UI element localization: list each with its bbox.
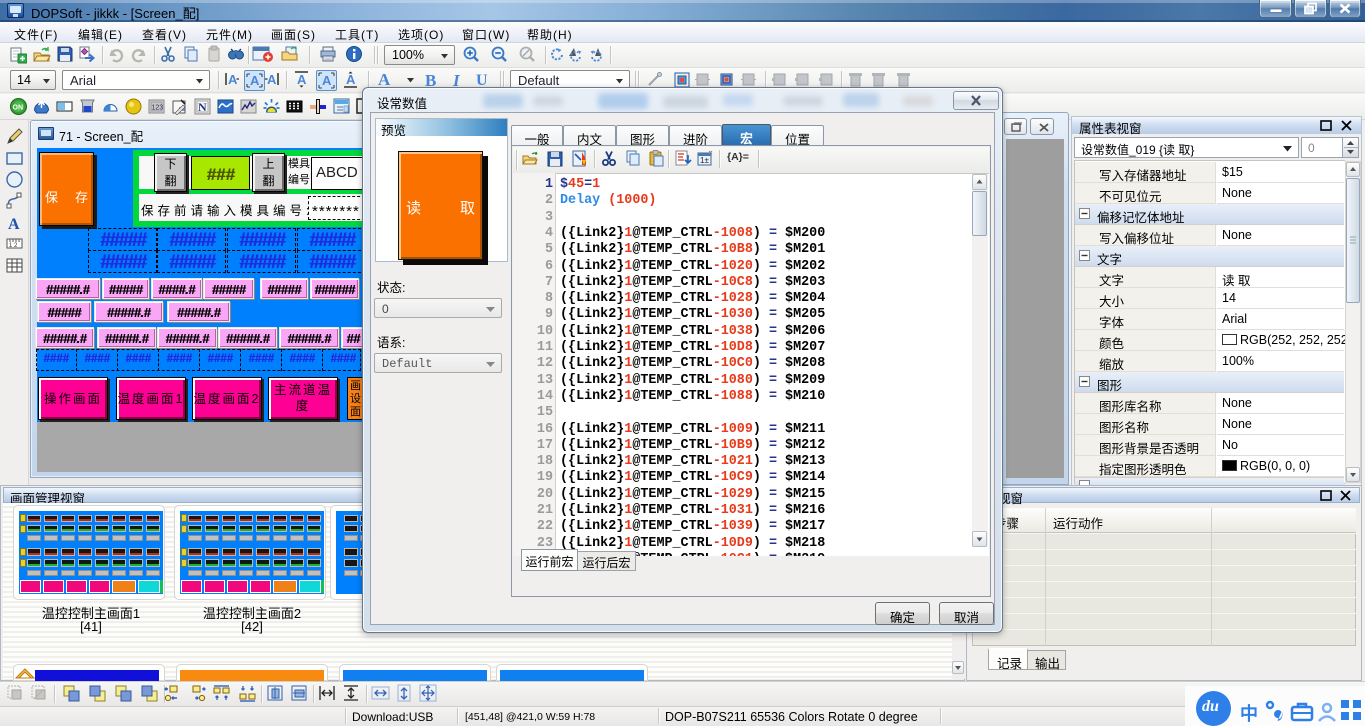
svg-text:A: A (346, 72, 356, 87)
svg-text:1 2: 1 2 (9, 243, 18, 249)
svg-text:N: N (198, 100, 207, 114)
svg-text:A: A (322, 73, 332, 88)
svg-text:ON: ON (13, 105, 24, 112)
svg-text:A: A (8, 216, 20, 233)
svg-text:1±: 1± (700, 156, 709, 165)
svg-text:A: A (250, 73, 260, 88)
svg-text:A: A (297, 72, 307, 87)
svg-text:123: 123 (152, 105, 164, 112)
svg-text:A: A (267, 72, 277, 87)
